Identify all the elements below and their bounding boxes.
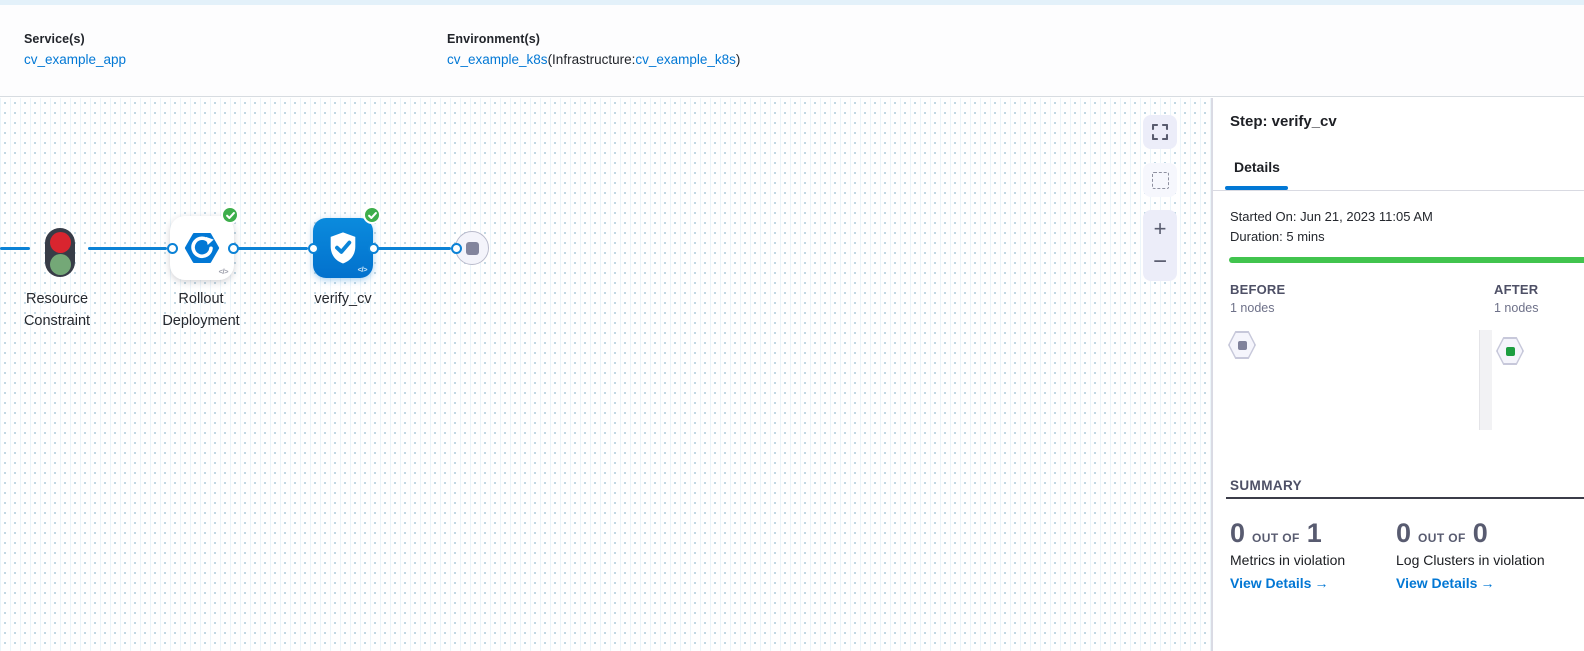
out-of-label: OUT OF (1418, 531, 1466, 545)
port-verify-out (368, 243, 379, 254)
marquee-select-icon (1152, 172, 1169, 189)
step-details-panel: Step: verify_cv Details Started On: Jun … (1212, 98, 1584, 651)
before-count: 1 nodes (1230, 301, 1285, 315)
code-icon: </> (358, 265, 367, 274)
metrics-current-count: 0 (1230, 518, 1245, 548)
infrastructure-link[interactable]: cv_example_k8s (635, 52, 736, 67)
before-section: BEFORE 1 nodes (1230, 282, 1285, 315)
arrow-right-icon: → (1314, 575, 1328, 591)
environment-label: Environment(s) (447, 32, 740, 46)
summary-divider (1226, 497, 1584, 499)
port-rollout-out (228, 243, 239, 254)
started-on-text: Started On: Jun 21, 2023 11:05 AM (1230, 209, 1433, 224)
code-icon: </> (219, 267, 228, 276)
out-of-label: OUT OF (1252, 531, 1300, 545)
after-section: AFTER 1 nodes (1494, 282, 1538, 315)
marquee-select-button[interactable] (1143, 163, 1177, 197)
after-node-hexagon[interactable] (1496, 337, 1524, 365)
rollout-deployment-label: Rollout Deployment (126, 289, 276, 332)
service-group: Service(s) cv_example_app (24, 32, 126, 67)
before-node-hexagon[interactable] (1228, 331, 1256, 359)
traffic-light-red (50, 232, 71, 253)
pipeline-canvas[interactable]: Resource Constraint </> Rollout Deployme… (0, 98, 1212, 651)
port-rollout-in (167, 243, 178, 254)
check-icon (368, 211, 377, 220)
service-link[interactable]: cv_example_app (24, 52, 126, 67)
duration-text: Duration: 5 mins (1230, 229, 1325, 244)
infrastructure-prefix: (Infrastructure: (548, 52, 636, 67)
environment-value: cv_example_k8s(Infrastructure:cv_example… (447, 52, 740, 67)
logs-caption: Log Clusters in violation (1396, 552, 1545, 568)
before-after-scrollbar[interactable] (1479, 330, 1492, 430)
logs-current-count: 0 (1396, 518, 1411, 548)
verify-cv-node[interactable]: </> (313, 218, 373, 278)
fullscreen-icon (1152, 124, 1168, 140)
tab-details[interactable]: Details (1234, 159, 1280, 175)
verify-cv-label: verify_cv (268, 289, 418, 311)
port-end-in (451, 243, 462, 254)
step-title: Step: verify_cv (1230, 113, 1337, 130)
edge-incoming (0, 247, 30, 250)
resource-constraint-icon[interactable] (45, 228, 75, 277)
after-node-status-icon (1506, 347, 1515, 356)
environment-link[interactable]: cv_example_k8s (447, 52, 548, 67)
environment-group: Environment(s) cv_example_k8s(Infrastruc… (447, 32, 740, 67)
tab-divider (1213, 190, 1584, 191)
rollout-deployment-icon (184, 230, 220, 266)
verify-shield-icon (325, 230, 361, 266)
edge-verify-to-end (378, 247, 451, 250)
edge-rollout-to-verify (238, 247, 308, 250)
zoom-out-button[interactable]: − (1143, 247, 1177, 277)
zoom-controls: + − (1143, 210, 1177, 281)
before-node-status-icon (1238, 341, 1247, 350)
log-clusters-violation-stat: 0 OUT OF 0 Log Clusters in violation Vie… (1396, 518, 1545, 591)
stop-icon (466, 242, 479, 255)
arrow-right-icon: → (1480, 575, 1494, 591)
logs-view-details-link[interactable]: View Details→ (1396, 575, 1545, 591)
tab-active-underline (1225, 186, 1288, 190)
rollout-deployment-node[interactable]: </> (170, 216, 234, 280)
rollout-success-badge (221, 206, 239, 224)
metrics-total-count: 1 (1307, 518, 1322, 548)
before-label: BEFORE (1230, 282, 1285, 297)
metrics-caption: Metrics in violation (1230, 552, 1345, 568)
port-verify-in (308, 243, 319, 254)
summary-label: SUMMARY (1230, 478, 1302, 493)
fullscreen-button[interactable] (1143, 115, 1177, 149)
after-label: AFTER (1494, 282, 1538, 297)
progress-bar (1229, 257, 1584, 263)
edge-constraint-to-rollout (88, 247, 167, 250)
check-icon (226, 211, 235, 220)
after-count: 1 nodes (1494, 301, 1538, 315)
logs-total-count: 0 (1473, 518, 1488, 548)
resource-constraint-label: Resource Constraint (0, 289, 132, 332)
traffic-light-green (50, 254, 71, 275)
metrics-violation-stat: 0 OUT OF 1 Metrics in violation View Det… (1230, 518, 1345, 591)
service-label: Service(s) (24, 32, 126, 46)
execution-context-header: Service(s) cv_example_app Environment(s)… (0, 5, 1584, 97)
metrics-view-details-link[interactable]: View Details→ (1230, 575, 1345, 591)
zoom-in-button[interactable]: + (1143, 214, 1177, 244)
infrastructure-suffix: ) (736, 52, 741, 67)
verify-success-badge (363, 206, 381, 224)
